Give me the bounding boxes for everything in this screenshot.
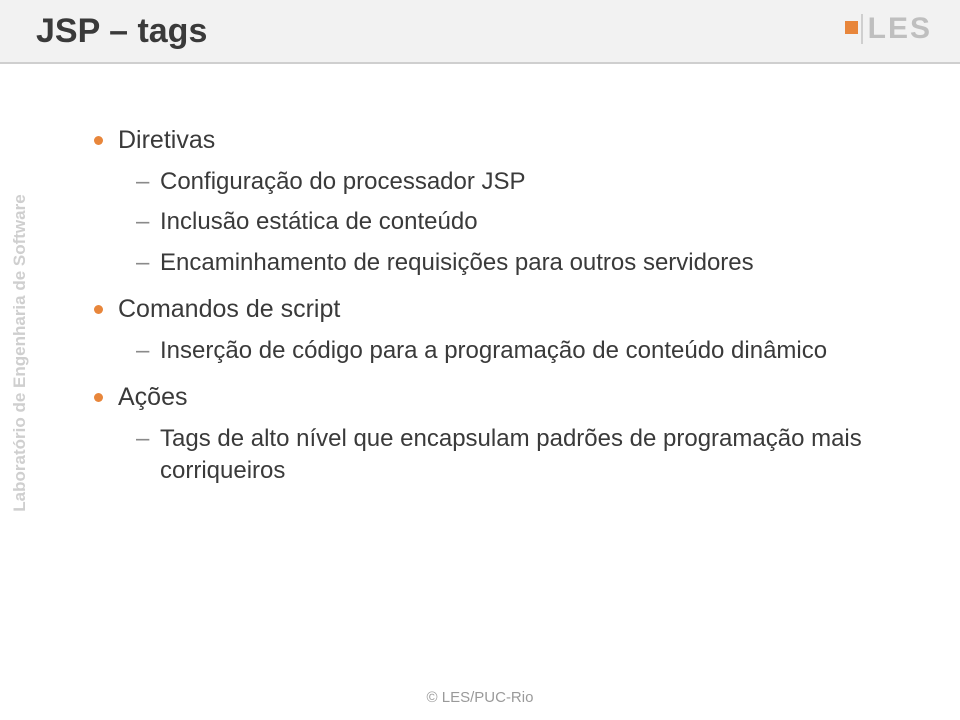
sub-bullet: Inserção de código para a programação de… bbox=[92, 335, 892, 367]
sub-bullet: Configuração do processador JSP bbox=[92, 166, 892, 198]
logo-separator bbox=[861, 14, 863, 44]
bullet-comandos: Comandos de script bbox=[92, 293, 892, 327]
slide: JSP – tags LES Laboratório de Engenharia… bbox=[0, 0, 960, 720]
side-band-text: Laboratório de Engenharia de Software bbox=[10, 63, 30, 653]
sub-bullet: Encaminhamento de requisições para outro… bbox=[92, 247, 892, 279]
side-band: Laboratório de Engenharia de Software bbox=[0, 63, 38, 663]
les-logo: LES bbox=[845, 12, 932, 46]
content-area: Diretivas Configuração do processador JS… bbox=[92, 110, 892, 490]
sub-bullet: Inclusão estática de conteúdo bbox=[92, 206, 892, 238]
bullet-acoes: Ações bbox=[92, 381, 892, 415]
bullet-diretivas: Diretivas bbox=[92, 124, 892, 158]
logo-square-icon bbox=[845, 21, 858, 34]
slide-title: JSP – tags bbox=[36, 12, 207, 51]
footer-text: © LES/PUC-Rio bbox=[0, 689, 960, 706]
logo-text: LES bbox=[868, 12, 932, 46]
sub-bullet: Tags de alto nível que encapsulam padrõe… bbox=[92, 423, 892, 488]
